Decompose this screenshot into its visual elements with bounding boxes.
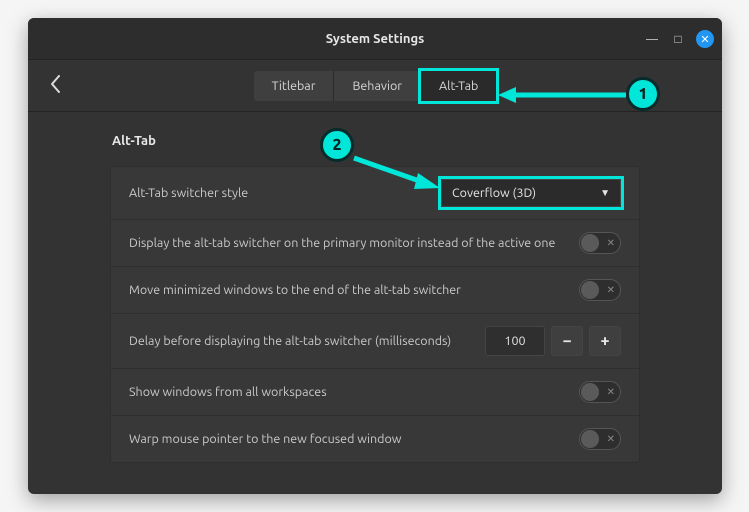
delay-decrement-button[interactable]: − <box>551 326 583 356</box>
settings-rows: Alt-Tab switcher style Coverflow (3D) ▼ … <box>110 166 640 463</box>
toggle-knob <box>581 234 599 252</box>
label-delay: Delay before displaying the alt-tab swit… <box>129 333 469 350</box>
row-warp-mouse: Warp mouse pointer to the new focused wi… <box>111 416 639 462</box>
label-all-workspaces: Show windows from all workspaces <box>129 384 563 401</box>
row-all-workspaces: Show windows from all workspaces ✕ <box>111 369 639 416</box>
dropdown-value: Coverflow (3D) <box>452 186 536 200</box>
delay-increment-button[interactable]: + <box>589 326 621 356</box>
row-switcher-style: Alt-Tab switcher style Coverflow (3D) ▼ <box>111 167 639 220</box>
delay-value[interactable]: 100 <box>485 326 545 356</box>
tab-titlebar[interactable]: Titlebar <box>254 71 335 101</box>
maximize-icon[interactable]: □ <box>670 31 686 47</box>
row-delay: Delay before displaying the alt-tab swit… <box>111 314 639 369</box>
label-warp-mouse: Warp mouse pointer to the new focused wi… <box>129 431 563 448</box>
content: Alt-Tab Alt-Tab switcher style Coverflow… <box>28 112 722 463</box>
label-move-minimized: Move minimized windows to the end of the… <box>129 282 563 299</box>
window-title: System Settings <box>326 32 425 46</box>
delay-spinner: 100 − + <box>485 326 621 356</box>
tabs: Titlebar Behavior Alt-Tab <box>254 71 497 101</box>
back-button[interactable] <box>50 75 61 97</box>
toggle-warp-mouse[interactable]: ✕ <box>579 428 621 450</box>
toggle-all-workspaces[interactable]: ✕ <box>579 381 621 403</box>
row-primary-monitor: Display the alt-tab switcher on the prim… <box>111 220 639 267</box>
tab-alttab[interactable]: Alt-Tab <box>421 71 496 101</box>
toggle-knob <box>581 430 599 448</box>
label-primary-monitor: Display the alt-tab switcher on the prim… <box>129 235 563 252</box>
toggle-off-icon: ✕ <box>607 386 615 398</box>
minimize-icon[interactable]: — <box>644 31 660 47</box>
toggle-move-minimized[interactable]: ✕ <box>579 279 621 301</box>
chevron-down-icon: ▼ <box>600 187 610 199</box>
toggle-knob <box>581 383 599 401</box>
section-title: Alt-Tab <box>112 134 640 148</box>
close-icon[interactable]: ✕ <box>696 30 714 48</box>
toggle-off-icon: ✕ <box>607 433 615 445</box>
settings-window: System Settings — □ ✕ Titlebar Behavior … <box>28 18 722 494</box>
toggle-primary-monitor[interactable]: ✕ <box>579 232 621 254</box>
toggle-off-icon: ✕ <box>607 284 615 296</box>
titlebar: System Settings — □ ✕ <box>28 18 722 60</box>
toolbar: Titlebar Behavior Alt-Tab <box>28 60 722 112</box>
toggle-knob <box>581 281 599 299</box>
tab-behavior[interactable]: Behavior <box>334 71 421 101</box>
toggle-off-icon: ✕ <box>607 237 615 249</box>
switcher-style-dropdown[interactable]: Coverflow (3D) ▼ <box>441 179 621 207</box>
window-controls: — □ ✕ <box>644 18 714 60</box>
row-move-minimized: Move minimized windows to the end of the… <box>111 267 639 314</box>
label-switcher-style: Alt-Tab switcher style <box>129 185 425 202</box>
